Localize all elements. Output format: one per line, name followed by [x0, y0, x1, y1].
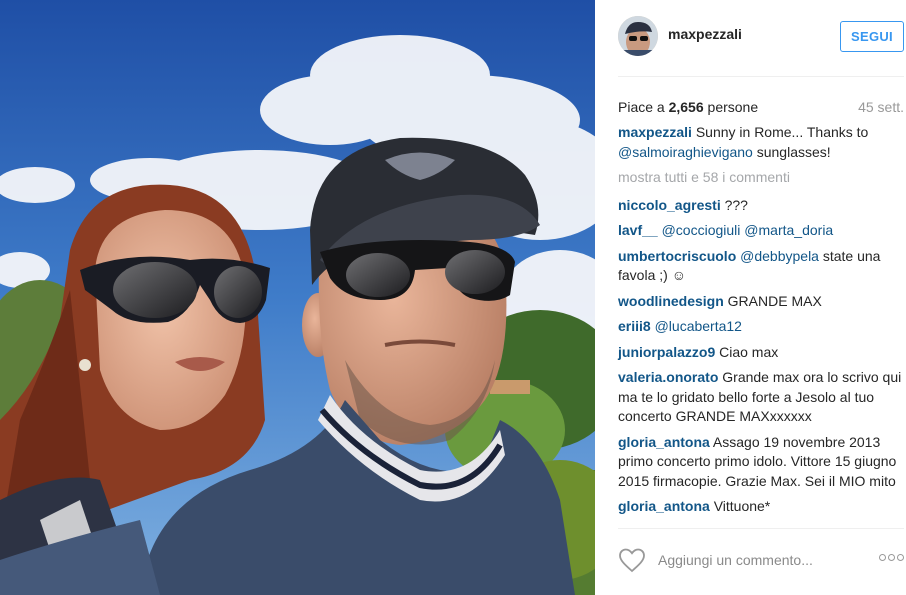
comment-text: Vittuone* [713, 498, 771, 514]
comment-username[interactable]: gloria_antona [618, 434, 710, 450]
comment-username[interactable]: valeria.onorato [618, 369, 718, 385]
comment-mention[interactable]: @lucaberta12 [655, 318, 742, 334]
post-time[interactable]: 45 sett. [858, 99, 904, 115]
post-header: maxpezzali SEGUI [618, 0, 904, 77]
avatar[interactable] [618, 16, 658, 56]
list-item: gloria_antona Assago 19 novembre 2013 pr… [618, 433, 902, 492]
heart-icon[interactable] [618, 547, 646, 573]
list-item: lavf__ @cocciogiuli @marta_doria [618, 221, 902, 241]
comment-text: Ciao max [719, 343, 779, 360]
likes-count[interactable]: Piace a 2,656 persone [618, 99, 758, 115]
follow-button[interactable]: SEGUI [840, 21, 904, 52]
dot-icon [879, 554, 886, 561]
comment-username[interactable]: gloria_antona [618, 498, 710, 514]
comment-text: GRANDE MAX [727, 292, 822, 309]
instagram-post: maxpezzali SEGUI Piace a 2,656 persone 4… [0, 0, 906, 595]
post-photo[interactable] [0, 0, 595, 595]
caption: maxpezzali Sunny in Rome... Thanks to @s… [618, 123, 902, 162]
comment-username[interactable]: eriii8 [618, 318, 651, 334]
likes-suffix: persone [707, 99, 759, 115]
comment-username[interactable]: juniorpalazzo9 [618, 344, 715, 360]
show-all-comments-link[interactable]: mostra tutti e 58 i commenti [618, 168, 902, 188]
comment-username[interactable]: woodlinedesign [618, 293, 724, 309]
comment-text: ??? [724, 196, 748, 213]
comment-mention[interactable]: @cocciogiuli [662, 222, 741, 238]
post-sidebar: maxpezzali SEGUI Piace a 2,656 persone 4… [595, 0, 906, 595]
dot-icon [897, 554, 904, 561]
avatar-image [618, 16, 658, 56]
list-item: eriii8 @lucaberta12 [618, 317, 902, 337]
comment-mention[interactable]: @debbypela [740, 248, 819, 264]
header-username[interactable]: maxpezzali [668, 26, 742, 42]
comment-input[interactable] [656, 551, 840, 569]
comment-username[interactable]: umbertocriscuolo [618, 248, 736, 264]
dot-icon [888, 554, 895, 561]
comment-username[interactable]: lavf__ [618, 222, 658, 238]
list-item: umbertocriscuolo @debbypela state una fa… [618, 247, 902, 286]
list-item: juniorpalazzo9 Ciao max [618, 343, 902, 363]
caption-text-2: sunglasses! [756, 143, 831, 160]
post-stats: Piace a 2,656 persone 45 sett. [618, 93, 904, 121]
caption-username[interactable]: maxpezzali [618, 124, 692, 140]
selfie-image [0, 0, 595, 595]
comment-mention[interactable]: @marta_doria [744, 222, 833, 238]
list-item: gloria_antona Vittuone* [618, 497, 902, 517]
caption-mention[interactable]: @salmoiraghievigano [618, 144, 753, 160]
comments-list: maxpezzali Sunny in Rome... Thanks to @s… [618, 123, 902, 517]
list-item: niccolo_agresti ??? [618, 196, 902, 216]
likes-number: 2,656 [668, 99, 704, 115]
likes-prefix: Piace a [618, 99, 665, 115]
list-item: woodlinedesign GRANDE MAX [618, 292, 902, 312]
comment-username[interactable]: niccolo_agresti [618, 197, 721, 213]
list-item: valeria.onorato Grande max ora lo scrivo… [618, 368, 902, 427]
post-footer [618, 528, 904, 595]
caption-text-1: Sunny in Rome... Thanks to [695, 124, 869, 140]
more-dots-icon[interactable] [877, 550, 904, 564]
